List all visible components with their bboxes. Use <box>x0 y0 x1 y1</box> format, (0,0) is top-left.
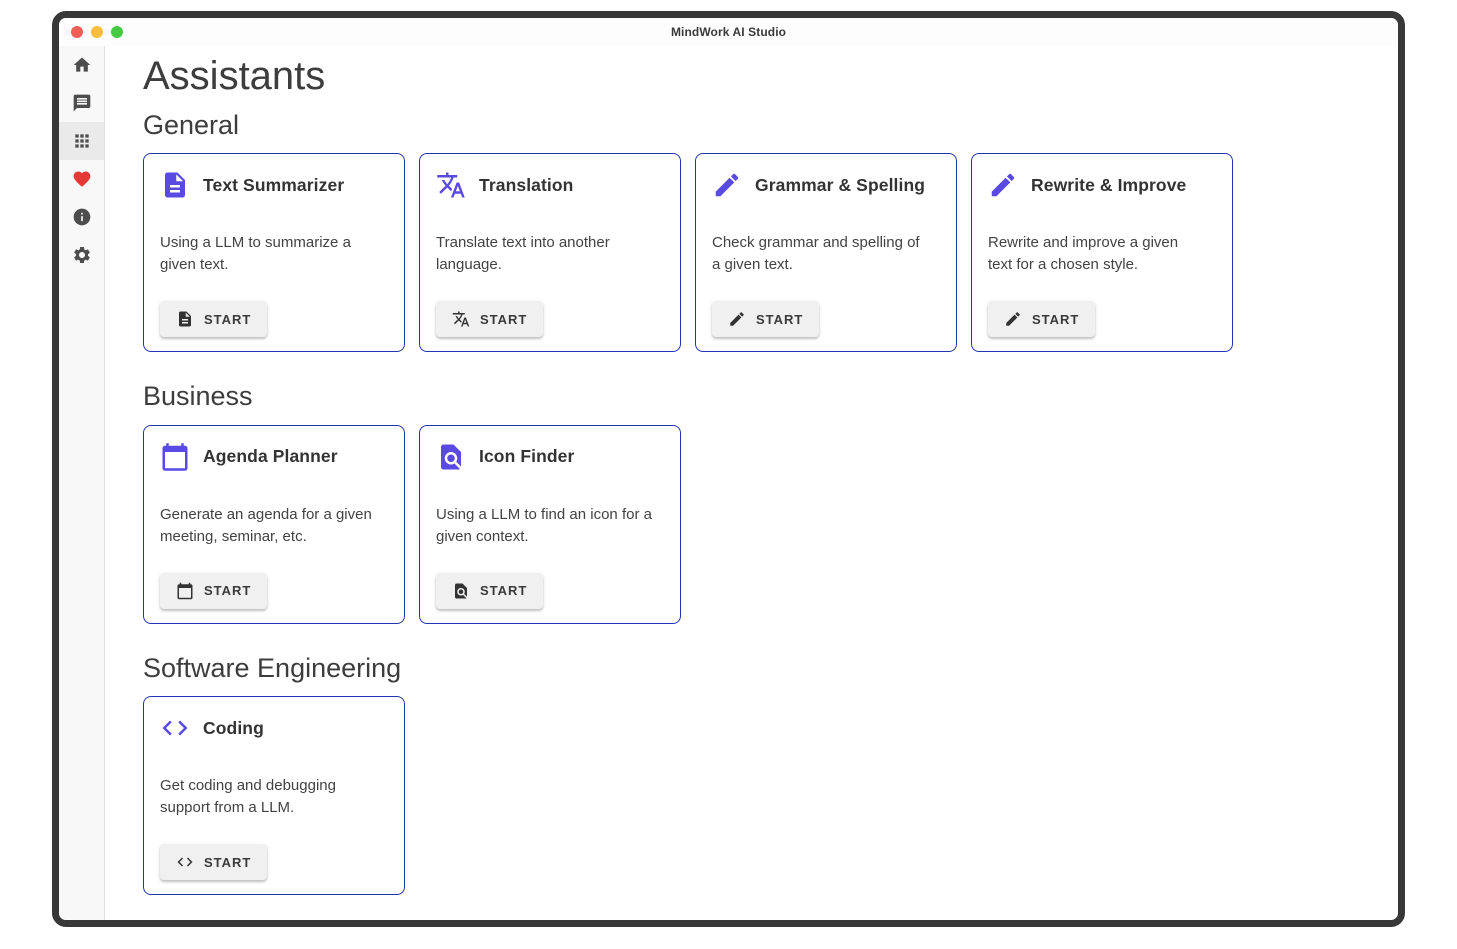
card-description: Generate an agenda for a given meeting, … <box>160 504 388 548</box>
card-title: Translation <box>479 175 573 196</box>
start-button-label: START <box>204 583 251 598</box>
start-button-label: START <box>756 312 803 327</box>
heart-icon <box>72 169 92 189</box>
find-in-page-icon <box>436 442 466 472</box>
card-description: Using a LLM to summarize a given text. <box>160 232 388 276</box>
desktop-background: MindWork AI Studio Assistants General Tex… <box>0 0 1457 949</box>
start-button-coding[interactable]: START <box>160 844 267 880</box>
card-title: Agenda Planner <box>203 446 338 467</box>
info-icon <box>72 207 92 227</box>
sidebar-item-about[interactable] <box>59 198 104 236</box>
document-icon <box>160 170 190 200</box>
home-icon <box>72 55 92 75</box>
apps-grid-icon <box>72 131 92 151</box>
assistant-card-agenda-planner: Agenda Planner Generate an agenda for a g… <box>143 425 405 624</box>
start-button-label: START <box>480 312 527 327</box>
sidebar <box>59 46 105 920</box>
start-button-translation[interactable]: START <box>436 301 543 337</box>
document-icon <box>176 310 194 328</box>
card-description: Translate text into another language. <box>436 232 664 276</box>
card-row: Coding Get coding and debugging support f… <box>143 696 1378 895</box>
pencil-icon <box>1004 310 1022 328</box>
start-button-label: START <box>204 855 251 870</box>
card-title: Grammar & Spelling <box>755 175 925 196</box>
section-title: General <box>143 109 1378 141</box>
card-header: Grammar & Spelling <box>712 170 940 200</box>
sidebar-item-home[interactable] <box>59 46 104 84</box>
card-header: Agenda Planner <box>160 442 388 472</box>
traffic-lights <box>59 26 123 38</box>
card-description: Using a LLM to find an icon for a given … <box>436 504 664 548</box>
assistant-sections: General Text Summarizer Using a LLM to sum… <box>143 109 1378 895</box>
app-window: MindWork AI Studio Assistants General Tex… <box>52 11 1405 927</box>
code-icon <box>160 713 190 743</box>
card-title: Coding <box>203 718 264 739</box>
pencil-icon <box>712 170 742 200</box>
minimize-button[interactable] <box>91 26 103 38</box>
translate-icon <box>436 170 466 200</box>
find-in-page-icon <box>452 582 470 600</box>
card-title: Icon Finder <box>479 446 574 467</box>
card-title: Rewrite & Improve <box>1031 175 1186 196</box>
start-button-icon-finder[interactable]: START <box>436 573 543 609</box>
section-general: General Text Summarizer Using a LLM to sum… <box>143 109 1378 352</box>
card-description: Get coding and debugging support from a … <box>160 775 388 819</box>
card-row: Text Summarizer Using a LLM to summarize … <box>143 153 1378 352</box>
pencil-icon <box>988 170 1018 200</box>
card-header: Text Summarizer <box>160 170 388 200</box>
assistant-card-grammar-spelling: Grammar & Spelling Check grammar and spel… <box>695 153 957 352</box>
card-header: Translation <box>436 170 664 200</box>
assistant-card-text-summarizer: Text Summarizer Using a LLM to summarize … <box>143 153 405 352</box>
start-button-label: START <box>204 312 251 327</box>
start-button-label: START <box>1032 312 1079 327</box>
start-button-text-summarizer[interactable]: START <box>160 301 267 337</box>
calendar-icon <box>160 442 190 472</box>
section-title: Business <box>143 380 1378 412</box>
start-button-rewrite-improve[interactable]: START <box>988 301 1095 337</box>
card-description: Check grammar and spelling of a given te… <box>712 232 940 276</box>
assistant-card-coding: Coding Get coding and debugging support f… <box>143 696 405 895</box>
section-software-engineering: Software Engineering Coding Get coding and… <box>143 652 1378 895</box>
sidebar-item-favorites[interactable] <box>59 160 104 198</box>
translate-icon <box>452 310 470 328</box>
sidebar-item-assistants[interactable] <box>59 122 104 160</box>
titlebar: MindWork AI Studio <box>59 18 1398 46</box>
start-button-label: START <box>480 583 527 598</box>
card-description: Rewrite and improve a given text for a c… <box>988 232 1216 276</box>
sidebar-item-settings[interactable] <box>59 236 104 274</box>
card-title: Text Summarizer <box>203 175 344 196</box>
assistant-card-icon-finder: Icon Finder Using a LLM to find an icon f… <box>419 425 681 624</box>
card-header: Icon Finder <box>436 442 664 472</box>
assistant-card-translation: Translation Translate text into another l… <box>419 153 681 352</box>
window-title: MindWork AI Studio <box>59 25 1398 39</box>
card-header: Rewrite & Improve <box>988 170 1216 200</box>
pencil-icon <box>728 310 746 328</box>
section-business: Business Agenda Planner Generate an agenda… <box>143 380 1378 623</box>
sidebar-item-chats[interactable] <box>59 84 104 122</box>
page-title: Assistants <box>143 52 1378 100</box>
start-button-agenda-planner[interactable]: START <box>160 573 267 609</box>
main-content: Assistants General Text Summarizer Using a… <box>105 46 1398 920</box>
section-title: Software Engineering <box>143 652 1378 684</box>
start-button-grammar-spelling[interactable]: START <box>712 301 819 337</box>
code-icon <box>176 853 194 871</box>
app-body: Assistants General Text Summarizer Using a… <box>59 46 1398 920</box>
chat-icon <box>72 93 92 113</box>
zoom-button[interactable] <box>111 26 123 38</box>
card-header: Coding <box>160 713 388 743</box>
calendar-icon <box>176 582 194 600</box>
gear-icon <box>72 245 92 265</box>
assistant-card-rewrite-improve: Rewrite & Improve Rewrite and improve a g… <box>971 153 1233 352</box>
close-button[interactable] <box>71 26 83 38</box>
card-row: Agenda Planner Generate an agenda for a g… <box>143 425 1378 624</box>
